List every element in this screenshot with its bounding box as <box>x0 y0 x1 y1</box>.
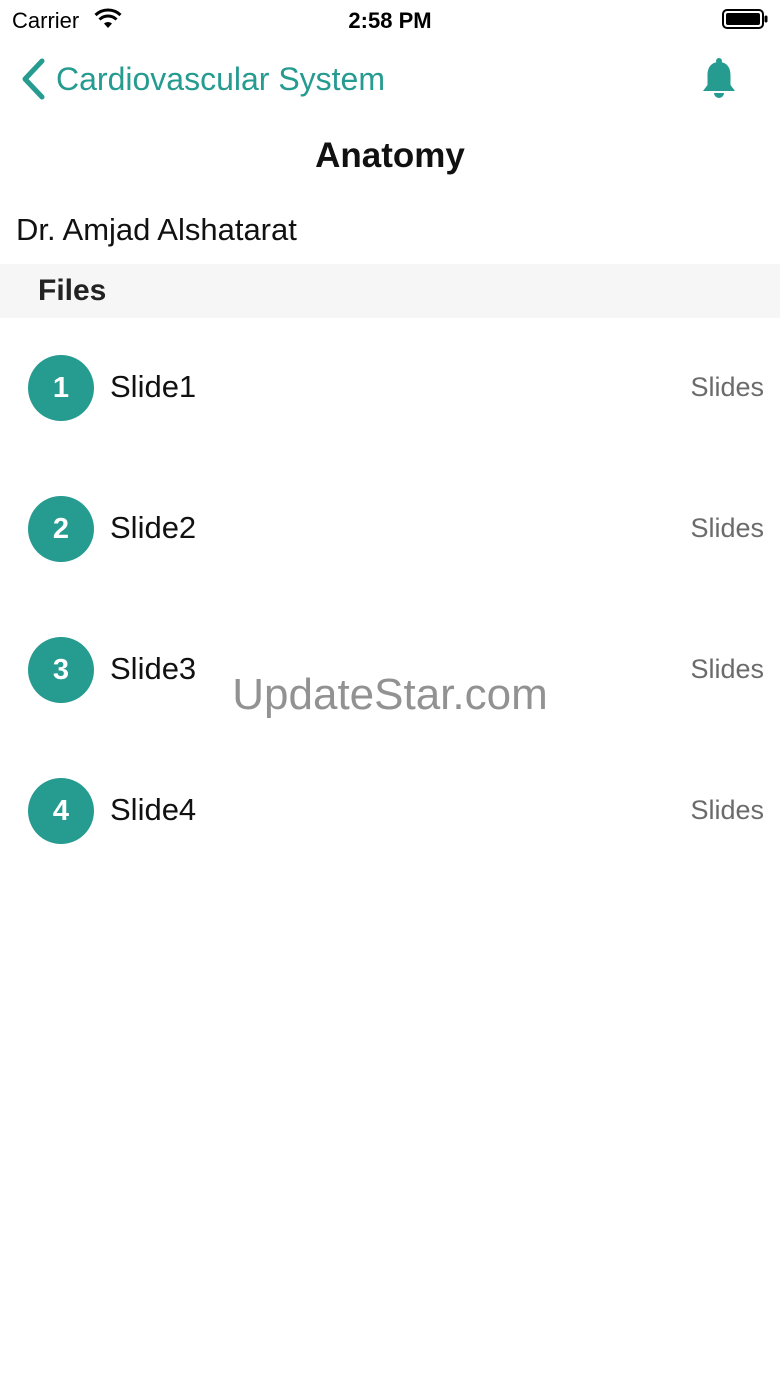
file-type: Slides <box>690 795 764 825</box>
file-name: Slide3 <box>110 651 197 686</box>
file-row[interactable]: 2 Slide2 Slides <box>0 459 780 600</box>
instructor-name: Dr. Amjad Alshatarat <box>16 212 297 247</box>
battery-icon <box>722 9 768 29</box>
page-title: Anatomy <box>315 136 465 175</box>
file-type: Slides <box>690 372 764 402</box>
navigation-bar: Cardiovascular System <box>0 40 780 120</box>
file-row[interactable]: 1 Slide1 Slides <box>0 318 780 459</box>
file-number-badge: 2 <box>28 496 94 562</box>
file-name: Slide4 <box>110 792 197 827</box>
section-title: Files <box>38 274 107 307</box>
section-header-files: Files <box>0 264 780 318</box>
chevron-left-icon <box>22 58 45 100</box>
file-name: Slide1 <box>110 369 197 404</box>
back-button-label: Cardiovascular System <box>56 60 385 97</box>
status-time: 2:58 PM <box>348 8 432 33</box>
file-name: Slide2 <box>110 510 197 545</box>
file-list: 1 Slide1 Slides 2 Slide2 Slides 3 Slide3… <box>0 318 780 882</box>
file-type: Slides <box>690 654 764 684</box>
file-number-badge: 3 <box>28 637 94 703</box>
bell-icon[interactable] <box>700 58 738 100</box>
file-number-badge: 4 <box>28 778 94 844</box>
file-number-badge: 1 <box>28 355 94 421</box>
file-type: Slides <box>690 513 764 543</box>
status-bar: Carrier 2:58 PM <box>0 0 780 40</box>
back-button[interactable]: Cardiovascular System <box>20 54 385 104</box>
file-row[interactable]: 4 Slide4 Slides <box>0 741 780 882</box>
file-row[interactable]: 3 Slide3 Slides <box>0 600 780 741</box>
